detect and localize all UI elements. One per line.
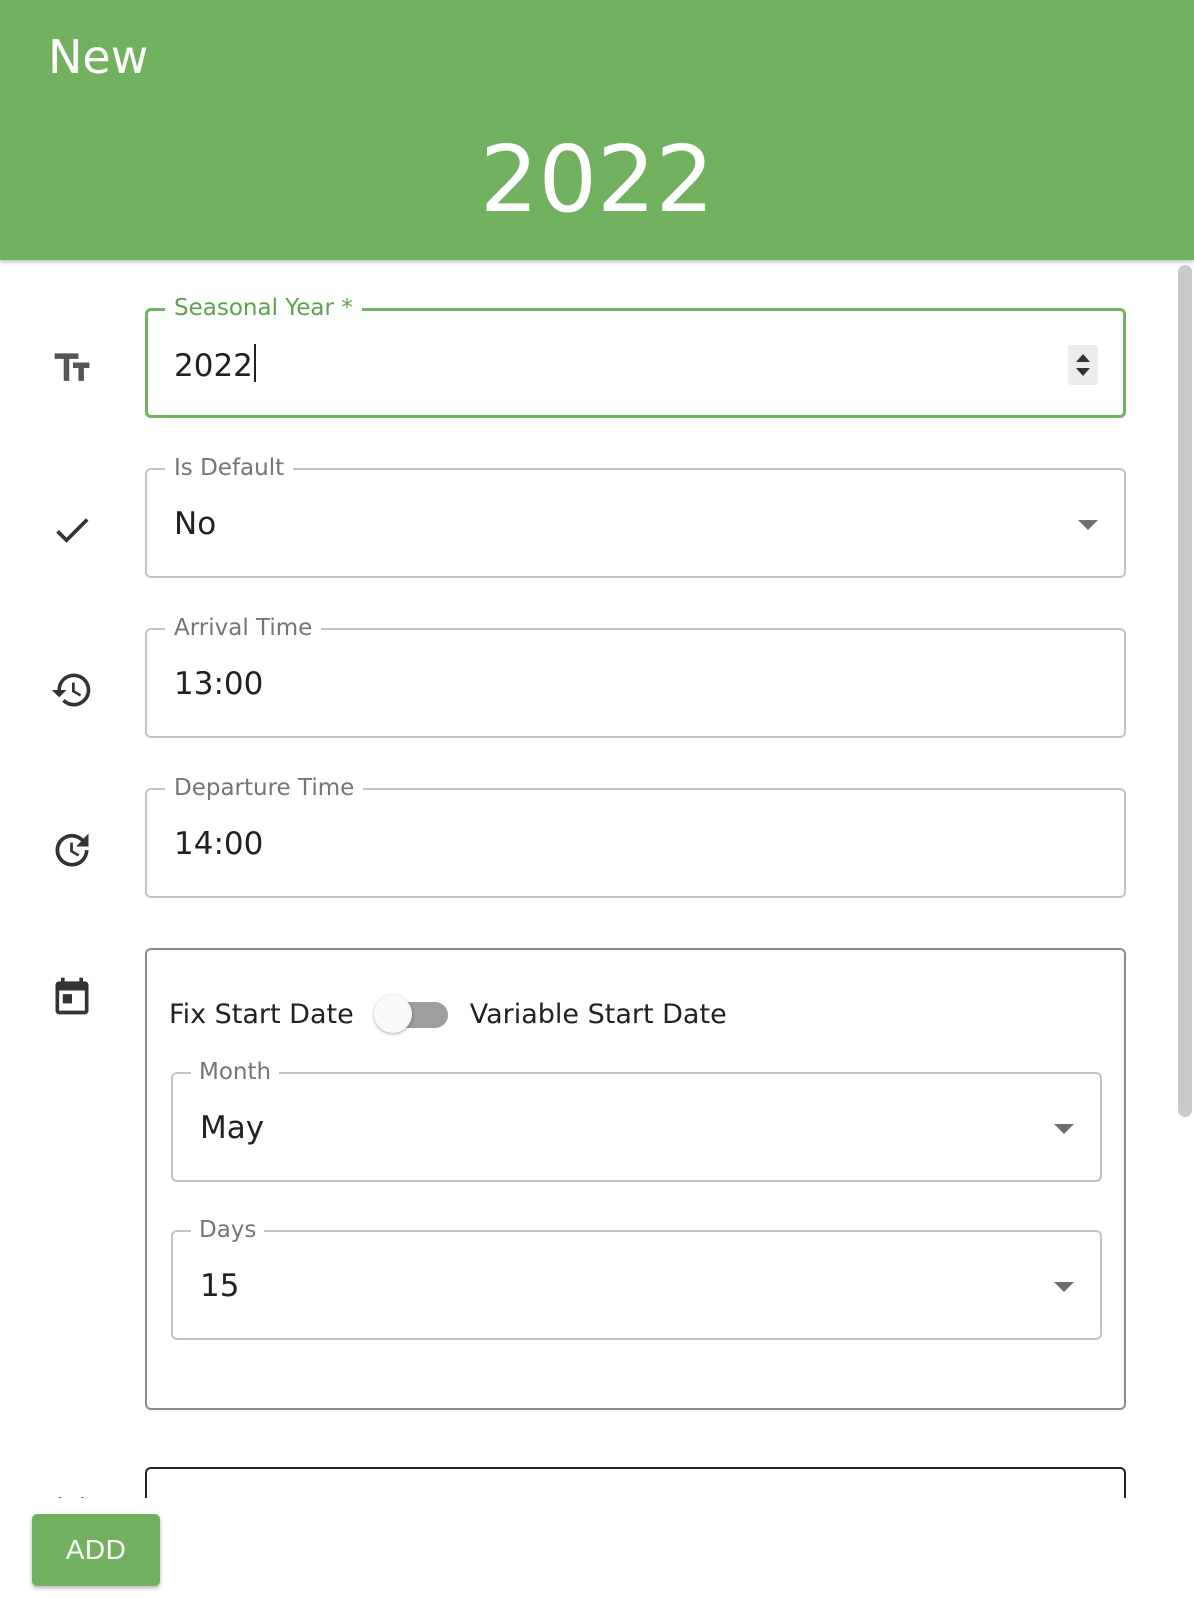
month-select[interactable]: Month May bbox=[171, 1058, 1102, 1182]
departure-time-label: Departure Time bbox=[165, 774, 364, 802]
departure-time-field[interactable]: Departure Time 14:00 bbox=[145, 774, 1126, 898]
arrival-time-value[interactable]: 13:00 bbox=[174, 664, 263, 704]
update-icon bbox=[48, 826, 96, 874]
history-icon bbox=[48, 666, 96, 714]
fix-start-date-label: Fix Start Date bbox=[169, 998, 354, 1030]
is-default-value: No bbox=[174, 506, 217, 542]
seasonal-year-value: 2022 bbox=[174, 348, 253, 384]
check-icon bbox=[48, 506, 96, 554]
spinner-up-icon[interactable] bbox=[1076, 354, 1090, 362]
arrival-time-label: Arrival Time bbox=[165, 614, 322, 642]
header-title: 2022 bbox=[479, 126, 715, 233]
arrival-time-field[interactable]: Arrival Time 13:00 bbox=[145, 614, 1126, 738]
days-label: Days bbox=[191, 1216, 265, 1244]
seasonal-year-field[interactable]: Seasonal Year * 2022 bbox=[145, 294, 1126, 418]
chevron-down-icon[interactable] bbox=[1054, 1282, 1074, 1292]
start-date-toggle[interactable] bbox=[373, 994, 450, 1034]
chevron-down-icon[interactable] bbox=[1078, 520, 1098, 530]
chevron-down-icon[interactable] bbox=[1054, 1124, 1074, 1134]
days-select[interactable]: Days 15 bbox=[171, 1216, 1102, 1340]
partial-icon: ·· bbox=[56, 1487, 101, 1498]
app-header: New 2022 bbox=[0, 0, 1194, 260]
is-default-select[interactable]: Is Default No bbox=[145, 454, 1126, 578]
month-value: May bbox=[200, 1110, 265, 1146]
form-scroll-area[interactable]: Seasonal Year * 2022 Is Default No Arriv… bbox=[0, 260, 1194, 1498]
next-section-box bbox=[145, 1467, 1126, 1498]
footer-bar: ADD bbox=[0, 1498, 1194, 1598]
header-subtitle: New bbox=[48, 30, 149, 84]
scrollbar-thumb[interactable] bbox=[1178, 265, 1192, 1117]
number-spinner[interactable] bbox=[1068, 345, 1098, 385]
seasonal-year-input[interactable]: 2022 bbox=[174, 344, 256, 386]
start-date-group: Fix Start Date Variable Start Date Month… bbox=[145, 948, 1126, 1410]
variable-start-date-label: Variable Start Date bbox=[469, 998, 727, 1030]
text-caret bbox=[253, 344, 256, 382]
days-value: 15 bbox=[200, 1268, 240, 1304]
month-label: Month bbox=[191, 1058, 280, 1086]
is-default-label: Is Default bbox=[165, 454, 294, 482]
add-button[interactable]: ADD bbox=[32, 1514, 160, 1586]
calendar-icon bbox=[48, 972, 96, 1020]
seasonal-year-label: Seasonal Year * bbox=[165, 294, 362, 322]
text-size-icon bbox=[48, 344, 96, 392]
toggle-thumb[interactable] bbox=[373, 995, 412, 1033]
spinner-down-icon[interactable] bbox=[1076, 368, 1090, 376]
departure-time-value[interactable]: 14:00 bbox=[174, 824, 263, 864]
start-date-toggle-row: Fix Start Date Variable Start Date bbox=[169, 994, 727, 1034]
